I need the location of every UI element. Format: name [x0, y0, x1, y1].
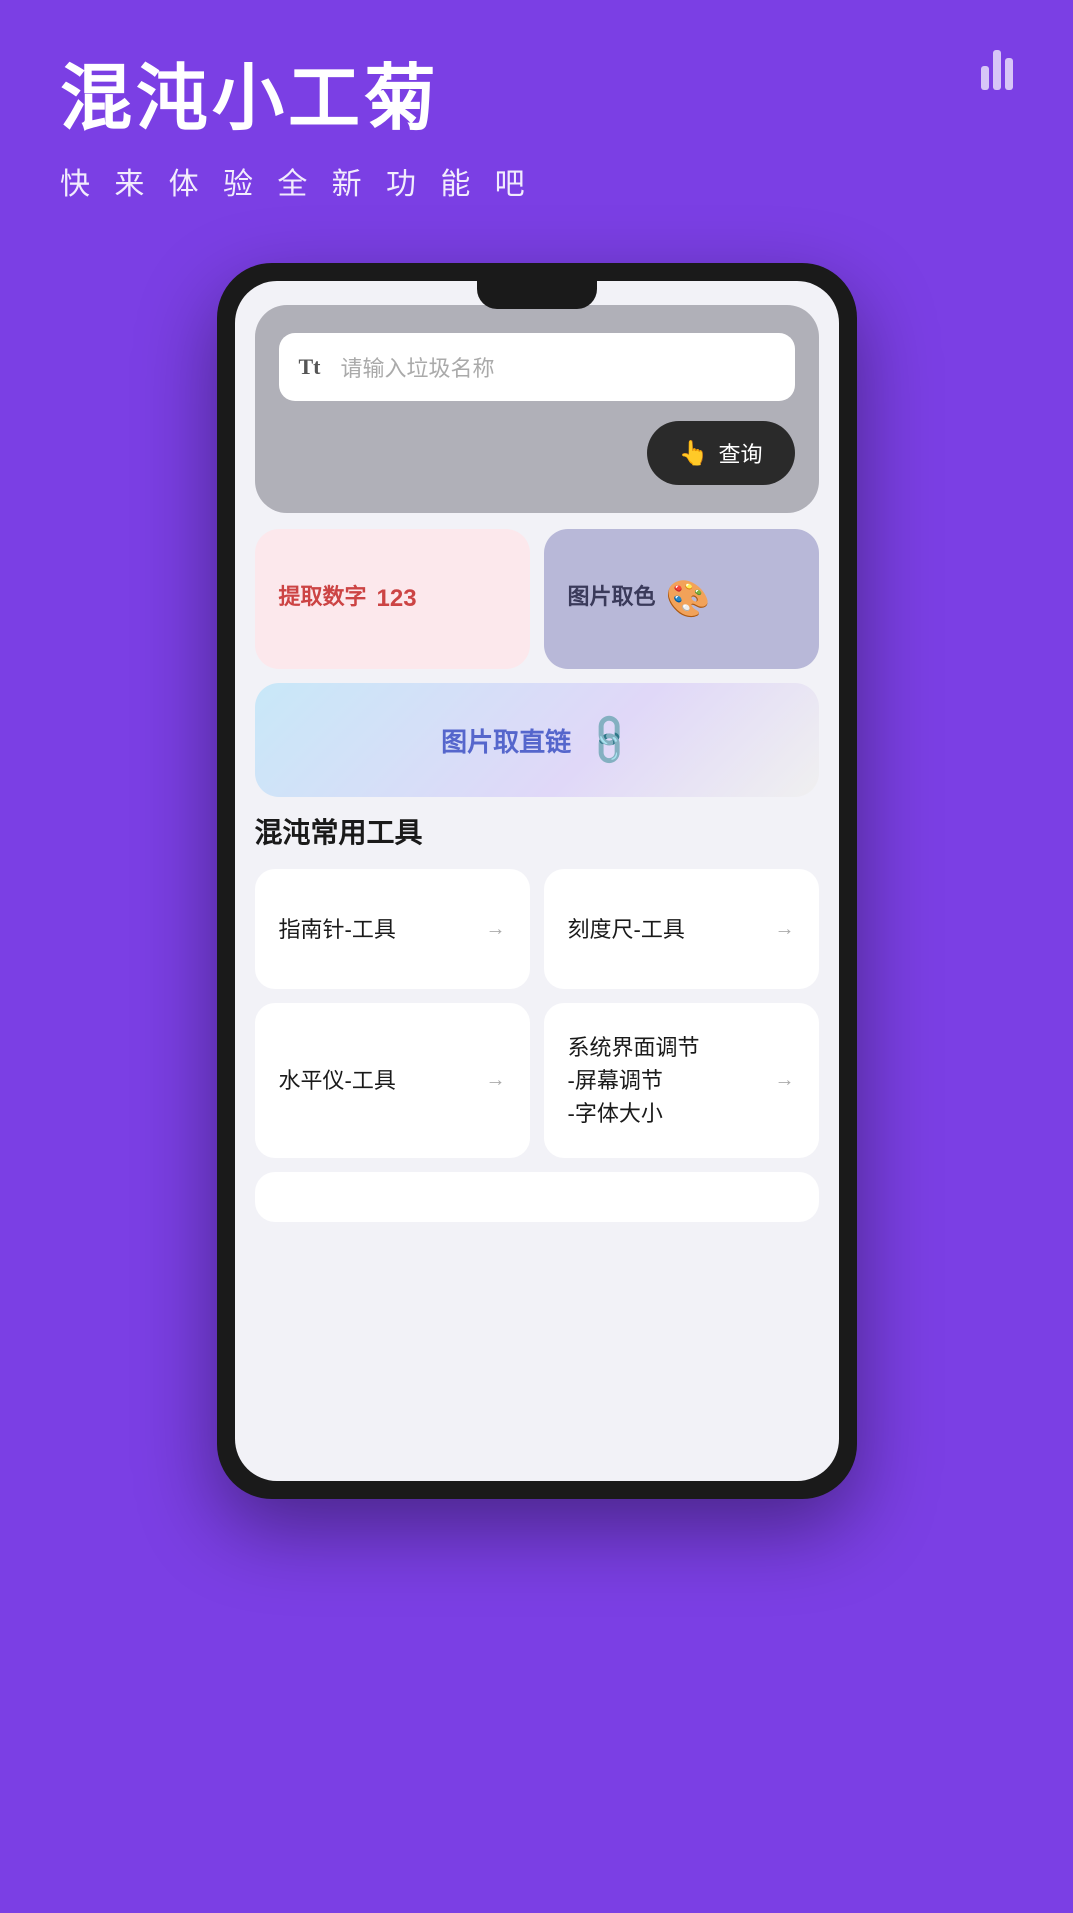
link-icon: 🔗: [579, 709, 640, 770]
tt-icon: Tt: [299, 354, 329, 380]
tool-level[interactable]: 水平仪-工具 →: [255, 1003, 530, 1158]
search-input-placeholder: 请输入垃圾名称: [341, 351, 495, 383]
tool-system[interactable]: 系统界面调节 -屏幕调节 -字体大小 →: [544, 1003, 819, 1158]
search-widget: Tt 请输入垃圾名称 👆 查询: [255, 305, 819, 513]
search-input-container[interactable]: Tt 请输入垃圾名称: [279, 333, 795, 401]
image-link-card[interactable]: 图片取直链 🔗: [255, 683, 819, 797]
search-button-label: 查询: [718, 437, 762, 469]
tools-section: 混沌常用工具 指南针-工具 → 刻度尺-工具 → 水平仪-工具 →: [255, 811, 819, 1222]
tool-compass[interactable]: 指南针-工具 →: [255, 869, 530, 989]
extract-number-label: 提取数字: [279, 579, 367, 611]
tool-level-arrow: →: [486, 1069, 506, 1092]
phone-notch: [477, 281, 597, 309]
image-link-label: 图片取直链: [441, 722, 571, 759]
tools-section-title: 混沌常用工具: [255, 811, 819, 851]
tools-grid: 指南针-工具 → 刻度尺-工具 → 水平仪-工具 → 系统界面调节 -屏幕调节 …: [255, 869, 819, 1158]
search-button[interactable]: 👆 查询: [647, 421, 795, 485]
tool-level-label: 水平仪-工具: [279, 1064, 396, 1097]
tool-compass-label: 指南针-工具: [279, 913, 396, 946]
tool-ruler[interactable]: 刻度尺-工具 →: [544, 869, 819, 989]
tool-system-arrow: →: [775, 1069, 795, 1092]
finger-icon: 👆: [679, 439, 709, 468]
image-color-card[interactable]: 图片取色 🎨: [544, 529, 819, 669]
phone-container: Tt 请输入垃圾名称 👆 查询 提取数字 123: [0, 263, 1073, 1499]
chart-bars-icon: [981, 50, 1013, 90]
app-subtitle: 快 来 体 验 全 新 功 能 吧: [60, 159, 1013, 203]
tool-ruler-arrow: →: [775, 918, 795, 941]
tool-ruler-label: 刻度尺-工具: [568, 913, 685, 946]
feature-cards-row: 提取数字 123 图片取色 🎨: [255, 529, 819, 669]
phone-screen: Tt 请输入垃圾名称 👆 查询 提取数字 123: [235, 281, 839, 1481]
tool-system-label: 系统界面调节 -屏幕调节 -字体大小: [568, 1031, 700, 1130]
tool-compass-arrow: →: [486, 918, 506, 941]
palette-icon: 🎨: [666, 578, 711, 620]
search-button-row: 👆 查询: [279, 421, 795, 485]
phone-mockup: Tt 请输入垃圾名称 👆 查询 提取数字 123: [217, 263, 857, 1499]
extract-number-card[interactable]: 提取数字 123: [255, 529, 530, 669]
extract-number-icon: 123: [377, 585, 417, 613]
header: 混沌小工菊 快 来 体 验 全 新 功 能 吧: [0, 0, 1073, 243]
tool-card-partial: [255, 1172, 819, 1222]
image-color-label: 图片取色: [568, 579, 656, 611]
app-title: 混沌小工菊: [60, 60, 1013, 139]
